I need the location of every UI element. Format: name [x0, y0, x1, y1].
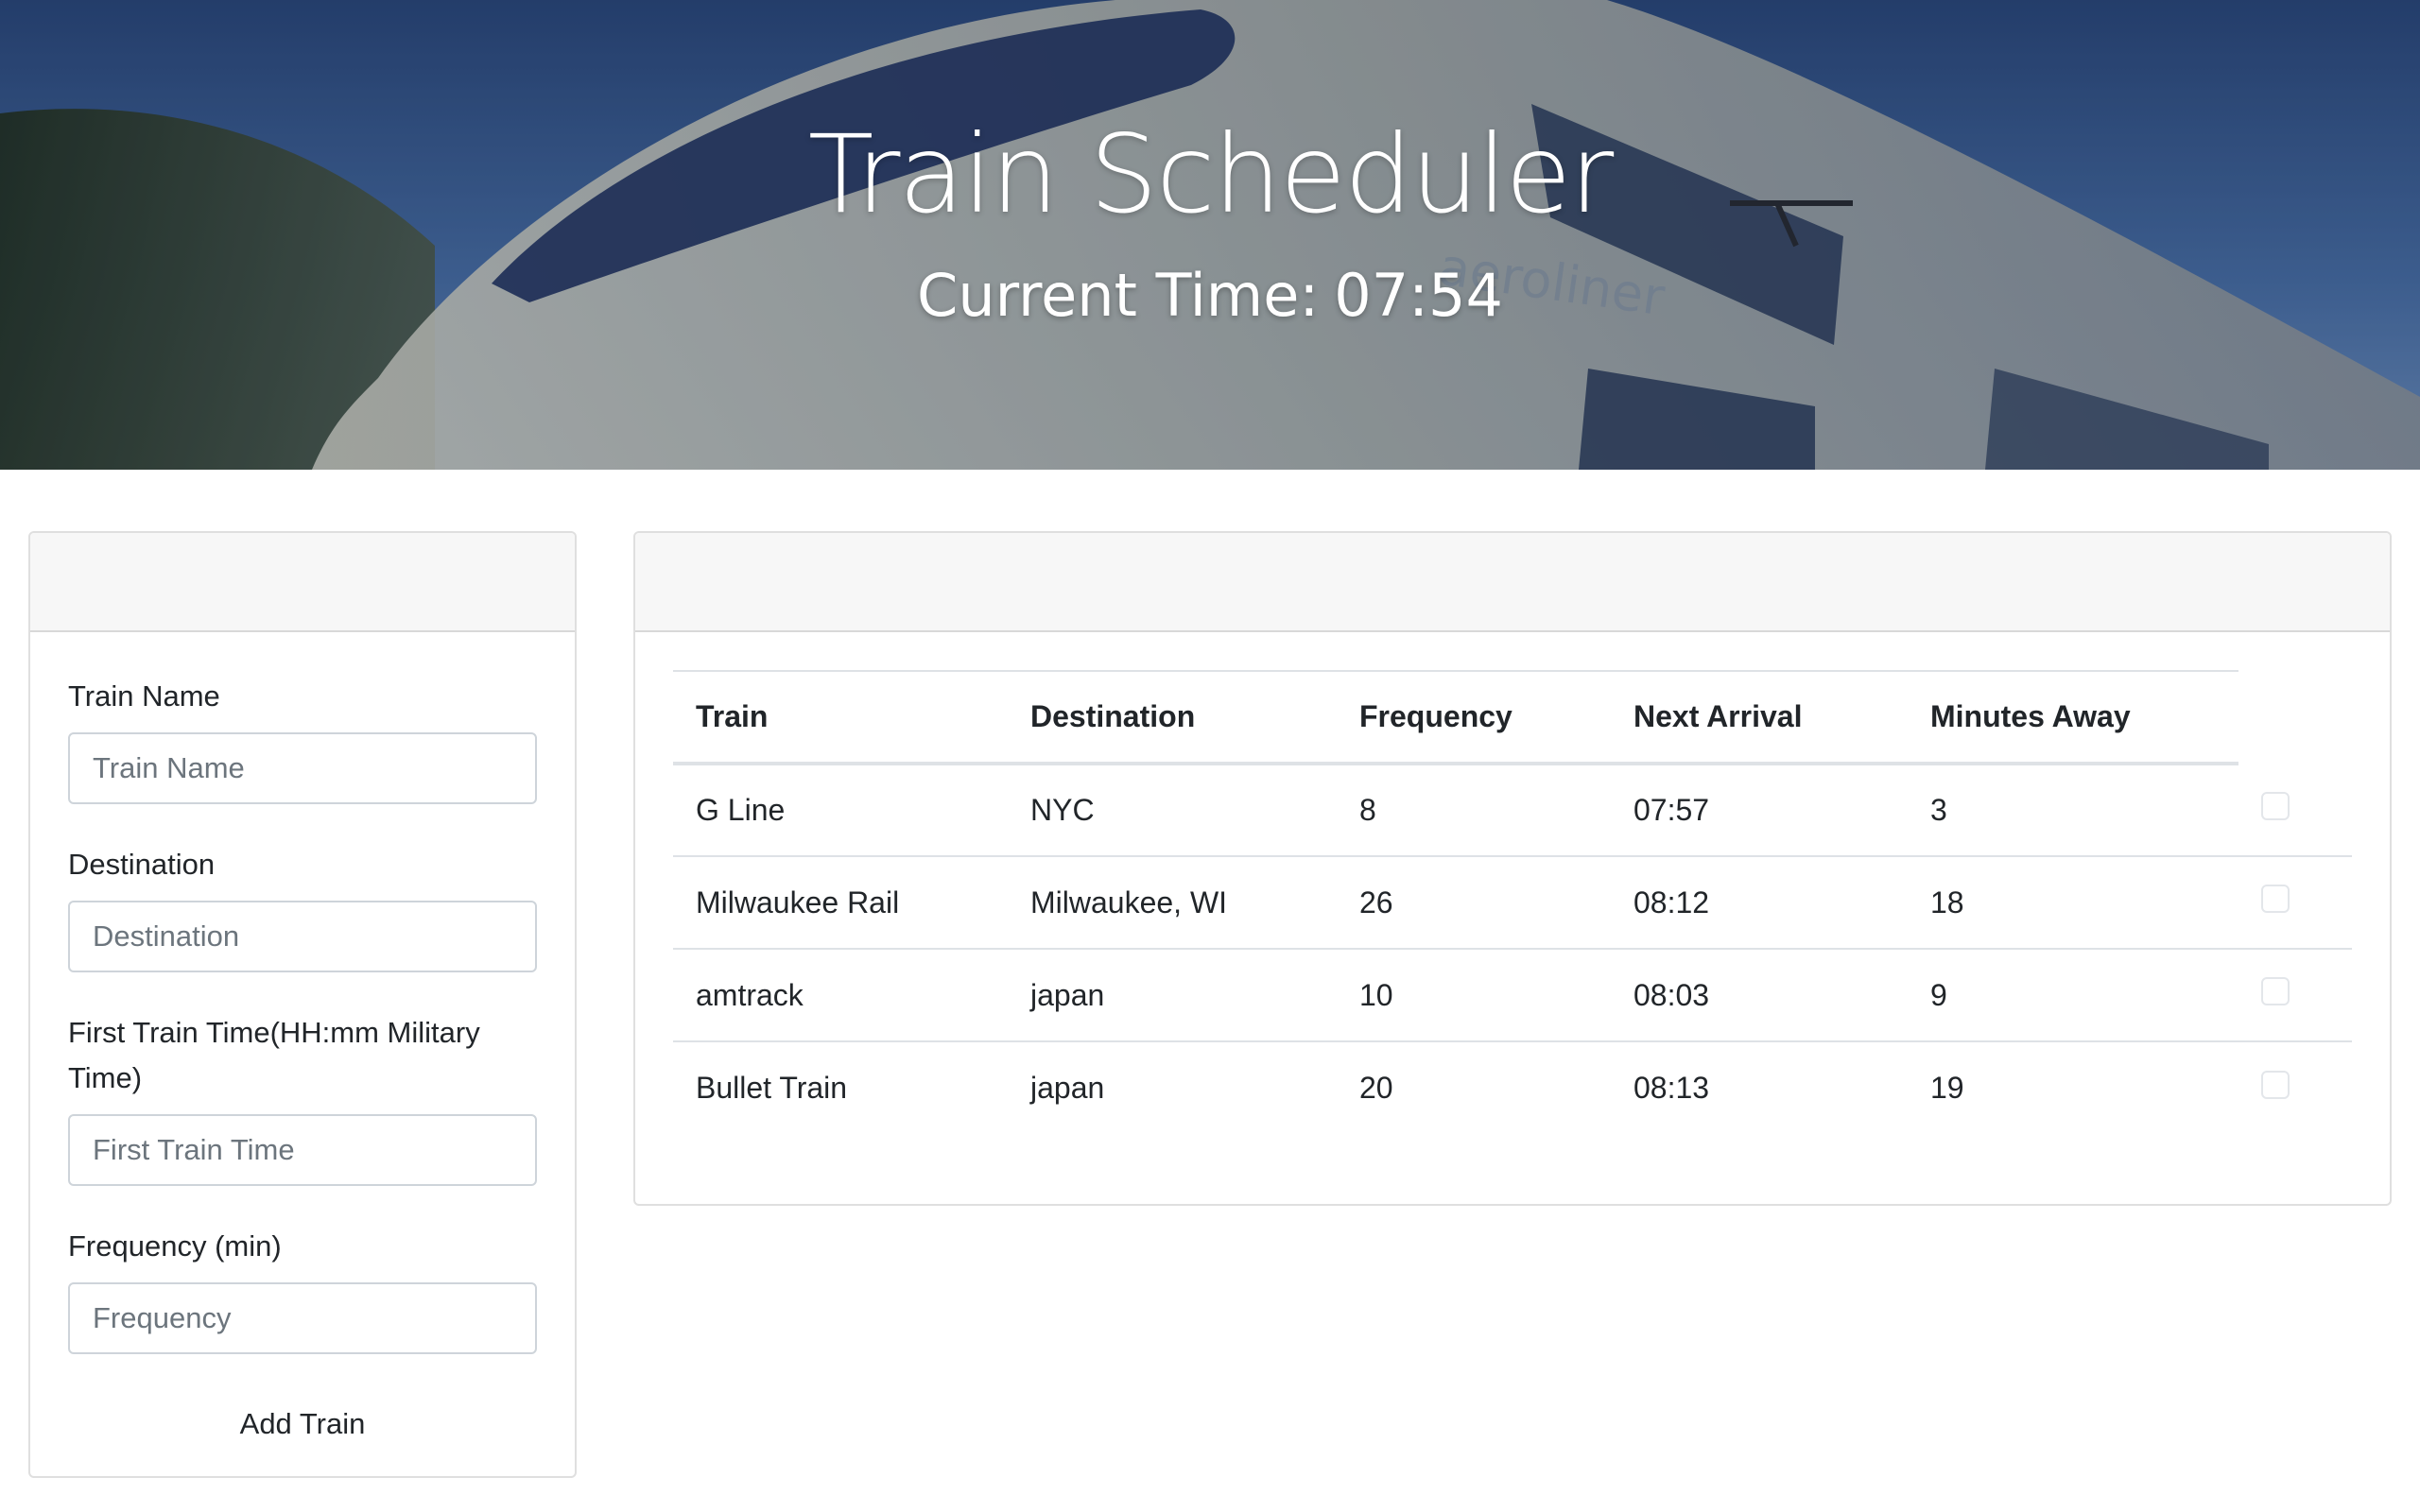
- table-header-row: Train Destination Frequency Next Arrival…: [673, 670, 2352, 765]
- frequency-input[interactable]: [68, 1282, 537, 1354]
- first-train-time-input[interactable]: [68, 1114, 537, 1186]
- column-header-train: Train: [673, 670, 1008, 765]
- page-title: Train Scheduler: [807, 112, 1615, 237]
- add-train-card: Add Train Train Name Destination First T…: [28, 531, 577, 1478]
- train-schedule-card-header: Train Schedule: [635, 533, 2390, 632]
- cell-train: Bullet Train: [696, 1071, 848, 1105]
- cell-next-arrival: 07:57: [1611, 764, 1908, 857]
- table-row: amtrack japan 10 08:03 9: [673, 949, 2352, 1042]
- destination-input[interactable]: [68, 901, 537, 972]
- cell-frequency: 26: [1337, 856, 1611, 950]
- train-name-input[interactable]: [68, 732, 537, 804]
- cell-destination: Milwaukee, WI: [1008, 856, 1337, 950]
- column-header-select: [2238, 671, 2352, 764]
- cell-next-arrival: 08:03: [1611, 949, 1908, 1042]
- cell-train: Milwaukee Rail: [673, 856, 1008, 950]
- cell-frequency: 20: [1359, 1071, 1393, 1105]
- column-header-frequency: Frequency: [1337, 670, 1611, 765]
- column-header-minutes-away: Minutes Away: [1908, 670, 2238, 765]
- cell-train: G Line: [673, 764, 1008, 857]
- cell-minutes-away: 9: [1908, 949, 2238, 1042]
- cell-minutes-away: 19: [1930, 1071, 1964, 1105]
- table-row: G Line NYC 8 07:57 3: [673, 764, 2352, 857]
- current-time-value: 07:54: [1334, 261, 1503, 330]
- cell-select: [2238, 949, 2352, 1042]
- column-header-next-arrival: Next Arrival: [1611, 670, 1908, 765]
- first-train-time-label: First Train Time(HH:mm Military Time): [68, 1016, 480, 1094]
- add-train-card-title: Add Train: [70, 560, 233, 603]
- cell-frequency: 8: [1337, 764, 1611, 857]
- train-name-label: Train Name: [68, 679, 220, 713]
- cell-select: [2238, 856, 2352, 950]
- cell-minutes-away: 3: [1908, 764, 2238, 857]
- cell-minutes-away: 18: [1908, 856, 2238, 950]
- hero-banner: aeroliner Train Scheduler Current Time: 0…: [0, 0, 2420, 470]
- frequency-label: Frequency (min): [68, 1229, 282, 1263]
- cell-select: [2238, 1041, 2352, 1134]
- row-checkbox[interactable]: [2261, 977, 2290, 1005]
- column-header-destination: Destination: [1008, 670, 1337, 765]
- destination-label: Destination: [68, 848, 216, 881]
- row-checkbox[interactable]: [2261, 791, 2290, 820]
- schedule-table-wrap: Train Destination Frequency Next Arrival…: [635, 632, 2390, 1134]
- cell-frequency: 10: [1337, 949, 1611, 1042]
- current-time: Current Time: 07:54: [0, 266, 2420, 325]
- add-train-button[interactable]: Add Train: [68, 1392, 537, 1456]
- schedule-table: Train Destination Frequency Next Arrival…: [673, 670, 2352, 1134]
- row-checkbox[interactable]: [2261, 885, 2290, 913]
- table-row: Milwaukee Rail Milwaukee, WI 26 08:12 18: [673, 856, 2352, 950]
- cell-select: [2238, 764, 2352, 857]
- current-time-label: Current Time:: [917, 261, 1320, 330]
- train-schedule-card-title: Train Schedule: [675, 560, 928, 603]
- cell-next-arrival: 08:12: [1611, 856, 1908, 950]
- cell-train: amtrack: [673, 949, 1008, 1042]
- table-row: Bullet Train japan 20 08:13 19: [673, 1041, 2352, 1134]
- cell-destination: japan: [1030, 1071, 1105, 1105]
- cell-destination: japan: [1008, 949, 1337, 1042]
- train-schedule-card: Train Schedule Train Destination Frequen…: [633, 531, 2392, 1206]
- add-train-form: Train Name Destination First Train Time(…: [30, 632, 575, 1456]
- cell-next-arrival: 08:13: [1634, 1071, 1710, 1105]
- cell-destination: NYC: [1008, 764, 1337, 857]
- row-checkbox[interactable]: [2261, 1070, 2290, 1099]
- add-train-card-header: Add Train: [30, 533, 575, 632]
